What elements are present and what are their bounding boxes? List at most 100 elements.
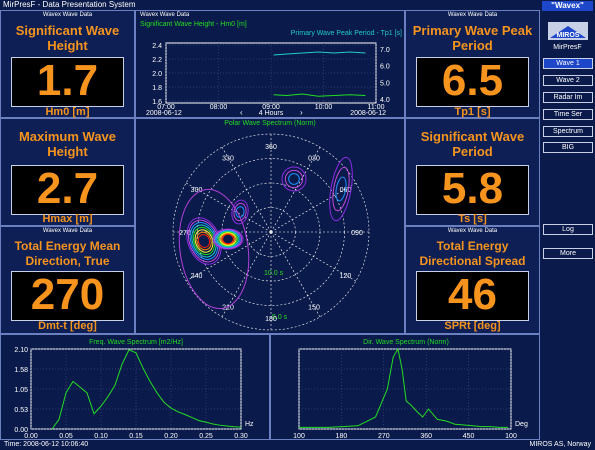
ts-right-tick: 5.0: [380, 80, 390, 87]
widget-ts: Significant Wave Period 5.8 Ts [s]: [405, 118, 540, 226]
miros-logo: MIROS: [548, 18, 588, 42]
polar-contour: [220, 233, 236, 245]
dir-x-tick: 180: [336, 433, 348, 440]
ts-label-hm0: Significant Wave Height - Hm0 [m]: [140, 21, 247, 28]
widget-value: 6.5: [441, 56, 504, 105]
brand-label: MirPresF: [553, 44, 582, 51]
spectrum-button[interactable]: Spectrum: [543, 126, 593, 137]
value-box: 1.7: [11, 57, 124, 107]
value-box: 5.8: [416, 165, 529, 215]
widget-title: Significant Wave Height: [15, 23, 120, 53]
freq-spectrum-chart: Freq. Wave Spectrum [m2/Hz] 2.10 1.58 1.05 0…: [14, 339, 254, 440]
ts-nav-next[interactable]: ›: [300, 108, 303, 117]
freq-series-line: [51, 349, 242, 430]
ts-left-tick: 2.0: [152, 71, 162, 78]
wave2-button[interactable]: Wave 2: [543, 75, 593, 86]
dir-x-tick: 100: [293, 433, 305, 440]
polar-contour: [222, 233, 234, 245]
widget-tag: Wavex Wave Data: [42, 12, 93, 18]
logo-icon: MIROS: [548, 22, 588, 40]
radar-image-button[interactable]: Radar Im: [543, 92, 593, 103]
ts-left-tick: 1.8: [152, 85, 162, 92]
logo-text: MIROS: [557, 32, 580, 39]
freq-x-tick: 0.30: [234, 433, 248, 440]
widget-title: Primary Wave Peak Period: [412, 23, 533, 53]
freq-x-tick: 0.00: [24, 433, 38, 440]
widget-value: 2.7: [36, 164, 99, 213]
polar-contour: [233, 202, 247, 222]
log-button[interactable]: Log: [543, 224, 593, 235]
widget-value: 1.7: [36, 56, 99, 105]
freq-x-tick: 0.05: [59, 433, 73, 440]
value-box: 270: [11, 271, 124, 321]
freq-x-tick: 0.10: [94, 433, 108, 440]
polar-wave-spectrum: 10.0 s 5.0 s 360030060090120150180210240…: [172, 133, 370, 331]
widget-hm0: Wavex Wave Data Significant Wave Height …: [0, 10, 135, 118]
widget-unit: Dmt-t [deg]: [38, 320, 97, 332]
widget-unit: Ts [s]: [458, 213, 487, 225]
freq-x-label: Hz: [245, 421, 254, 428]
freq-x-tick: 0.20: [164, 433, 178, 440]
ts-label-tp1: Primary Wave Peak Period - Tp1 [s]: [291, 30, 402, 37]
value-box: 46: [416, 271, 529, 321]
widget-unit: Hmax [m]: [42, 213, 93, 225]
window-title: MirPresF - Data Presentation System: [0, 0, 540, 10]
status-time: Time: 2008-06-12 10:06:40: [4, 441, 89, 448]
dir-x-tick: 100: [505, 433, 517, 440]
ts-right-tick: 4.0: [380, 97, 390, 104]
polar-angle-label: 330: [222, 156, 234, 163]
dir-x-tick: 360: [420, 433, 432, 440]
widget-title: Total Energy Directional Spread: [419, 239, 526, 268]
polar-contour: [284, 169, 304, 189]
polar-ring-label: 10.0 s: [264, 270, 284, 277]
polar-contour: [231, 199, 249, 225]
status-bar: Time: 2008-06-12 10:06:40 MIROS AS, Norw…: [0, 440, 595, 450]
ts-x-tick: 07:00: [157, 104, 175, 111]
widget-tp1: Wavex Wave Data Primary Wave Peak Period…: [405, 10, 540, 118]
dir-chart-title: Dir. Wave Spectrum (Norm): [363, 339, 449, 346]
widget-unit: SPRt [deg]: [444, 320, 501, 332]
polar-angle-label: 120: [340, 273, 352, 280]
ts-right-tick: 7.0: [380, 47, 390, 54]
time-series-button[interactable]: Time Ser: [543, 109, 593, 120]
value-box: 2.7: [11, 165, 124, 215]
widget-value: 5.8: [441, 164, 504, 213]
ts-series-tp1: [273, 51, 366, 56]
widget-hmax: Maximum Wave Height 2.7 Hmax [m]: [0, 118, 135, 226]
widget-dmt: Wavex Wave Data Total Energy Mean Direct…: [0, 226, 135, 334]
polar-panel: Polar Wave Spectrum (Norm) 10.0 s 5.0 s …: [135, 118, 405, 334]
polar-angle-label: 180: [265, 316, 277, 323]
ts-date-left: 2008-06-12: [146, 110, 182, 117]
value-box: 6.5: [416, 57, 529, 107]
freq-x-tick: 0.15: [129, 433, 143, 440]
ts-nav-prev[interactable]: ‹: [240, 108, 243, 117]
widget-value: 270: [30, 270, 105, 319]
widget-tag: Wavex Wave Data: [447, 12, 498, 18]
widget-title: Significant Wave Period: [420, 129, 525, 159]
dir-spectrum-panel: Dir. Wave Spectrum (Norm) 100 180 270 360 450…: [270, 334, 540, 440]
polar-angle-label: 090: [351, 230, 363, 237]
widget-title: Maximum Wave Height: [18, 129, 117, 159]
freq-spectrum-panel: Freq. Wave Spectrum [m2/Hz] 2.10 1.58 1.05 0…: [0, 334, 270, 440]
ts-nav-label: 4 Hours: [259, 110, 284, 117]
wave1-button[interactable]: Wave 1: [543, 58, 593, 69]
dir-x-tick: 270: [378, 433, 390, 440]
ts-x-tick: 11:00: [368, 104, 385, 111]
widget-unit: Tp1 [s]: [454, 106, 491, 118]
polar-angle-label: 030: [308, 156, 320, 163]
ts-left-tick: 2.2: [152, 57, 162, 64]
more-button[interactable]: More: [543, 248, 593, 259]
dir-x-label: Deg: [515, 421, 528, 428]
ts-left-tick: 2.4: [152, 43, 162, 50]
dir-spectrum-chart: Dir. Wave Spectrum (Norm) 100 180 270 360 450…: [293, 339, 528, 440]
timeseries-panel: Wavex Wave Data Significant Wave Height …: [135, 10, 405, 118]
timeseries-chart: Significant Wave Height - Hm0 [m] Primar…: [140, 21, 402, 117]
status-company: MIROS AS, Norway: [529, 441, 591, 448]
dir-x-tick: 450: [463, 433, 475, 440]
freq-y-tick: 1.58: [14, 367, 28, 374]
widget-tag: Wavex Wave Data: [42, 228, 93, 234]
big-button[interactable]: BIG: [543, 142, 593, 153]
freq-y-tick: 1.05: [14, 387, 28, 394]
freq-y-tick: 2.10: [14, 347, 28, 354]
ts-date-right: 2008-06-12: [350, 110, 386, 117]
